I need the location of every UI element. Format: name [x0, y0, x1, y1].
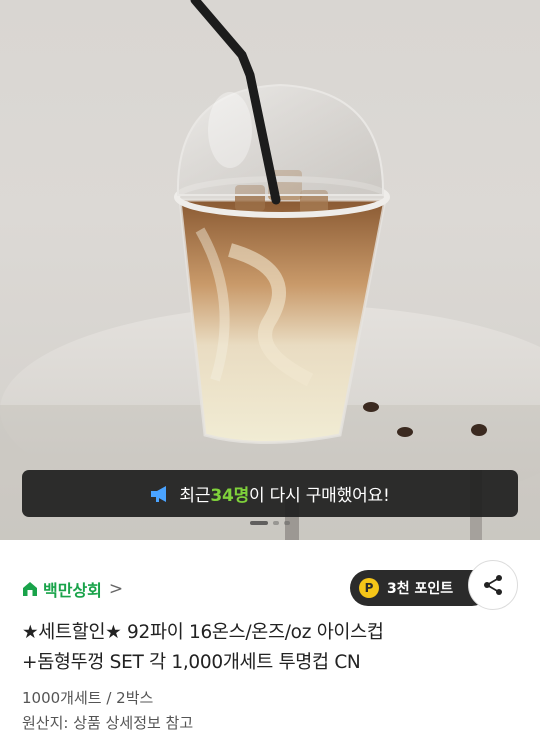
point-coin-icon: P: [359, 578, 379, 598]
points-label: 3천 포인트: [387, 581, 454, 597]
iced-coffee-photo: [0, 0, 540, 540]
carousel-dot[interactable]: [273, 521, 279, 525]
notice-count: 34명: [210, 486, 250, 506]
product-origin: 원산지: 상품 상세정보 참고: [22, 714, 194, 732]
product-quantity: 1000개세트 / 2박스: [22, 689, 154, 707]
carousel-dot-active[interactable]: [250, 521, 268, 525]
product-title-line-2: +돔형뚜껑 SET 각 1,000개세트 투명컵 CN: [22, 652, 361, 673]
repurchase-notice: 최근 34명 이 다시 구매했어요!: [22, 470, 518, 517]
product-meta: 1000개세트 / 2박스 원산지: 상품 상세정보 참고: [22, 686, 518, 733]
product-title: ★세트할인★ 92파이 16온스/온즈/oz 아이스컵 +돔형뚜껑 SET 각 …: [22, 618, 518, 678]
product-image[interactable]: 최근 34명 이 다시 구매했어요!: [0, 0, 540, 540]
notice-prefix: 최근: [179, 486, 211, 506]
store-home-icon: [23, 582, 37, 596]
carousel-dot[interactable]: [284, 521, 290, 525]
store-row: 백만상회 > P 3천 포인트: [22, 560, 518, 626]
share-icon: [484, 575, 502, 595]
product-info: 백만상회 > P 3천 포인트 ★세트할인★ 92파이 16온스/온즈/oz 아…: [0, 560, 540, 733]
chevron-right-icon: >: [108, 579, 124, 599]
share-button[interactable]: [468, 560, 518, 610]
megaphone-icon: [151, 485, 167, 502]
notice-suffix: 이 다시 구매했어요!: [249, 486, 390, 506]
carousel-indicator: [0, 520, 540, 526]
store-name: 백만상회: [43, 581, 102, 600]
store-link[interactable]: 백만상회 >: [22, 577, 123, 601]
